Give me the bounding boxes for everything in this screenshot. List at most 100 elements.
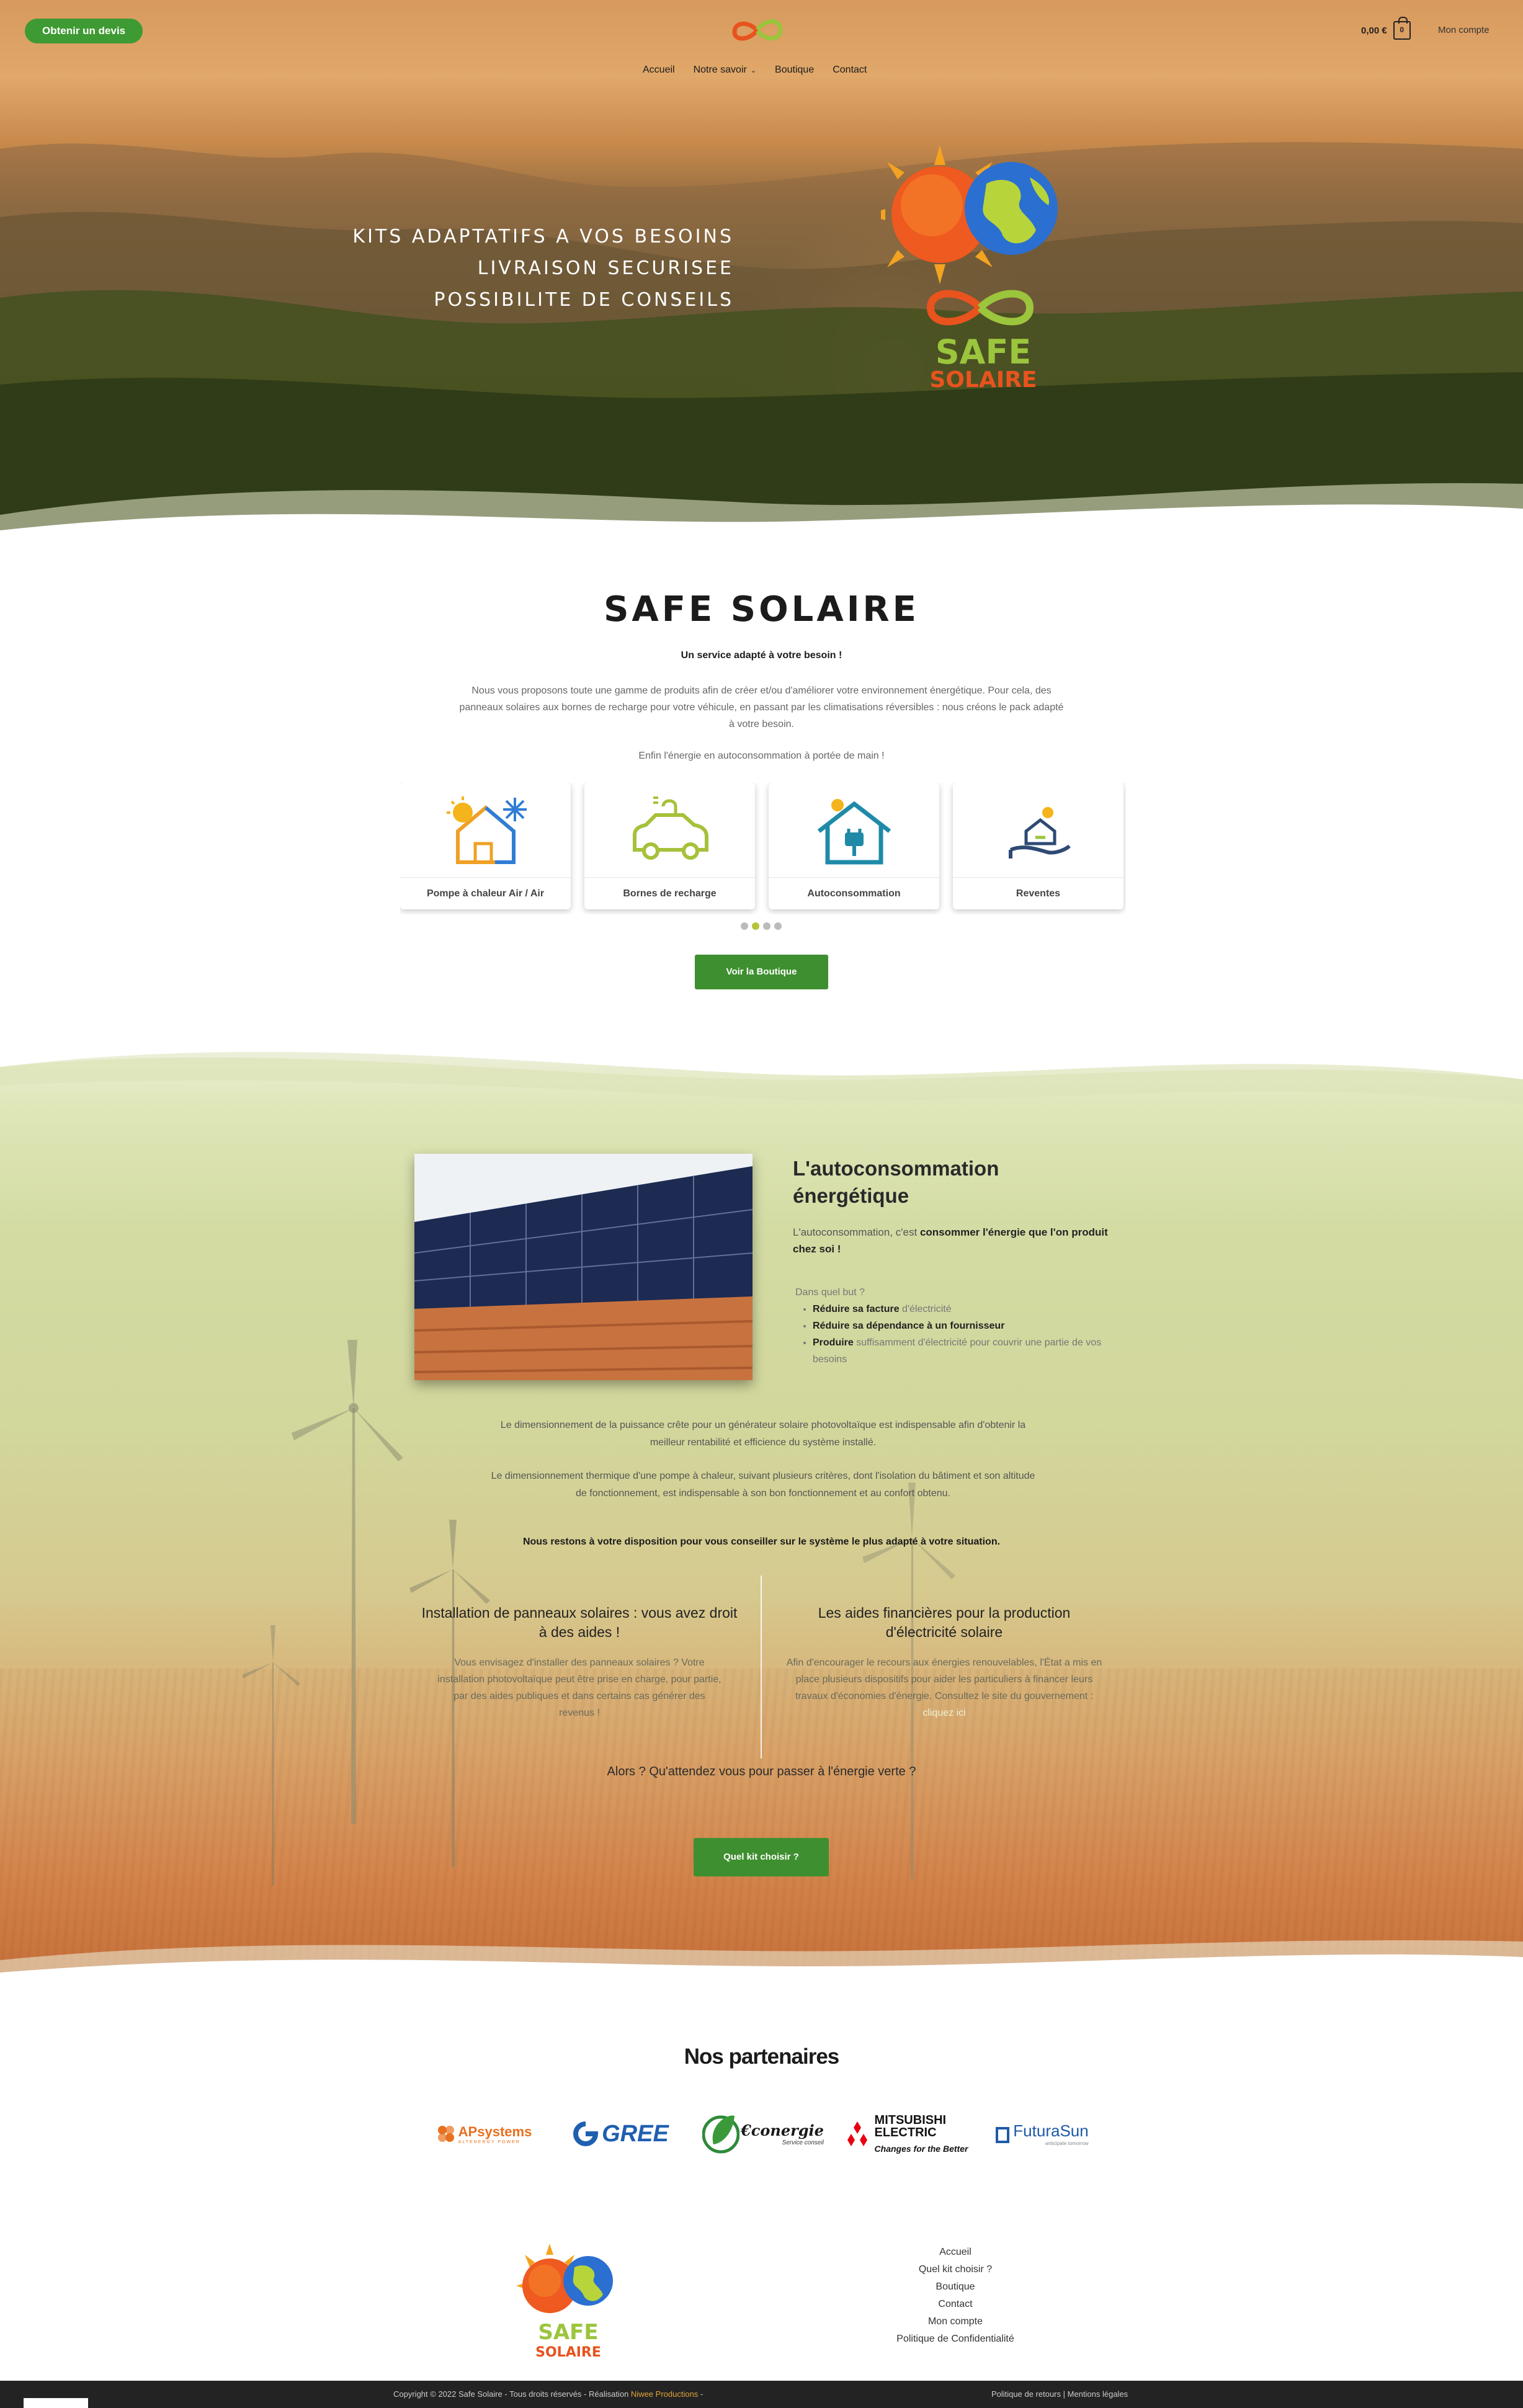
section-bottom-wave [0, 1940, 1523, 1991]
choose-kit-button[interactable]: Quel kit choisir ? [694, 1838, 829, 1876]
partner-econergie-logo[interactable]: €conergie Service conseil [701, 2106, 825, 2162]
gov-site-link[interactable]: cliquez ici [922, 1708, 965, 1718]
footer-link-account[interactable]: Mon compte [862, 2313, 1048, 2330]
goal-bold: Réduire sa facture [813, 1304, 900, 1314]
partner-name: GREE [602, 2120, 669, 2147]
card-label: Bornes de recharge [584, 877, 755, 909]
intro-paragraph: Nous vous proposons toute une gamme de p… [459, 685, 1064, 729]
aides-column-right: Les aides financières pour la production… [783, 1603, 1105, 1721]
safe-solaire-hero-logo: SAFE SOLAIRE [865, 140, 1086, 395]
hero-line-3: Possibilite de conseils [434, 289, 734, 311]
partner-gree-logo[interactable]: GREE [558, 2106, 682, 2162]
heat-pump-icon [446, 796, 527, 864]
partner-apsystems-logo[interactable]: APsystems ALTENERGY POWER [422, 2106, 546, 2162]
footer-link-privacy[interactable]: Politique de Confidentialité [862, 2330, 1048, 2348]
footer-logo-safe: SAFE [538, 2320, 598, 2345]
cart-widget[interactable]: 0,00 € 0 [1361, 17, 1411, 40]
nav-boutique[interactable]: Boutique [775, 65, 814, 76]
aides-right-title: Les aides financières pour la production… [818, 1605, 1071, 1640]
footer-link-quel-kit[interactable]: Quel kit choisir ? [862, 2261, 1048, 2278]
lead-plain: L'autoconsommation, c'est [793, 1226, 920, 1238]
aides-right-text: Afin d'encourager le recours aux énergie… [786, 1657, 1102, 1701]
nav-accueil[interactable]: Accueil [643, 65, 675, 76]
partner-futurasun-logo[interactable]: FuturaSun anticipate tomorrow [980, 2106, 1104, 2162]
safe-solaire-wordmark: SAFE SOLAIRE [926, 290, 1037, 393]
intro-paragraph-2: Enfin l'énergie en autoconsommation à po… [638, 751, 885, 761]
hero-logo-safe: SAFE [936, 332, 1031, 372]
partner-tagline: Changes for the Better [874, 2144, 968, 2154]
gree-icon [573, 2121, 599, 2146]
card-reventes[interactable]: Reventes [953, 783, 1123, 909]
carousel-dot-active[interactable] [752, 922, 759, 930]
footer-link-accueil[interactable]: Accueil [862, 2244, 1048, 2261]
legal-links[interactable]: Politique de retours | Mentions légales [991, 2389, 1128, 2399]
footer-link-boutique[interactable]: Boutique [862, 2278, 1048, 2296]
carousel-dot[interactable] [741, 922, 748, 930]
author-link[interactable]: Niwee Productions [631, 2389, 698, 2399]
get-quote-button[interactable]: Obtenir un devis [25, 19, 143, 43]
apsystems-icon [437, 2126, 454, 2142]
footer-logo-solaire: SOLAIRE [535, 2345, 601, 2360]
aides-column-left: Installation de panneaux solaires : vous… [418, 1603, 741, 1721]
account-link[interactable]: Mon compte [1438, 25, 1490, 35]
section-top-wave [0, 1048, 1523, 1104]
intro-title: SAFE SOLAIRE [604, 589, 919, 630]
partner-mitsubishi-logo[interactable]: MITSUBISHI ELECTRIC Changes for the Bett… [837, 2106, 974, 2162]
wind-turbine-icon [242, 1625, 300, 1886]
autoconsommation-title: L'autoconsommation énergétique [793, 1155, 999, 1210]
autoconsommation-goals: Dans quel but ? Réduire sa facture d'éle… [795, 1284, 1118, 1368]
chevron-down-icon: ⌄ [750, 66, 757, 74]
card-ev-charging[interactable]: Bornes de recharge [584, 783, 755, 909]
house-plug-icon [817, 799, 891, 865]
copyright: Copyright © 2022 Safe Solaire - Tous dro… [393, 2389, 703, 2399]
aides-left-title: Installation de panneaux solaires : vous… [421, 1605, 738, 1640]
partner-name: APsystems [458, 2123, 532, 2139]
goal-rest: d'électricité [899, 1304, 952, 1314]
autoconsommation-title-line2: énergétique [793, 1184, 909, 1207]
services-carousel: Pompe à chaleur Air / Air Bornes de rech… [400, 783, 1126, 914]
card-heat-pump[interactable]: Pompe à chaleur Air / Air [400, 783, 571, 909]
copyright-text: Copyright © 2022 Safe Solaire - Tous dro… [393, 2389, 631, 2399]
partner-name: MITSUBISHI [874, 2113, 947, 2127]
partner-tagline: anticipate tomorrow [1045, 2141, 1089, 2146]
partner-tagline: ALTENERGY POWER [458, 2139, 520, 2144]
nav-contact[interactable]: Contact [833, 65, 867, 76]
copyright-tail: - [698, 2389, 703, 2399]
main-nav: Accueil Notre savoir ⌄ Boutique Contact [643, 65, 867, 76]
partners-title: Nos partenaires [684, 2045, 840, 2069]
bottom-bar: Copyright © 2022 Safe Solaire - Tous dro… [0, 2381, 1523, 2408]
list-item: Produire suffisamment d'électricité pour… [813, 1334, 1118, 1368]
cookie-tab[interactable] [24, 2398, 88, 2408]
column-divider [761, 1576, 762, 1759]
footer-logo[interactable]: SAFE SOLAIRE [512, 2242, 624, 2360]
nav-notre-savoir[interactable]: Notre savoir ⌄ [694, 65, 756, 76]
aides-right-text-wrap: Afin d'encourager le recours aux énergie… [783, 1654, 1105, 1721]
solar-panel-image [414, 1154, 753, 1380]
autoconsommation-lead: L'autoconsommation, c'est consommer l'én… [793, 1224, 1128, 1257]
call-to-action-text: Alors ? Qu'attendez vous pour passer à l… [607, 1765, 916, 1778]
partner-name: FuturaSun [1013, 2121, 1089, 2140]
card-label: Pompe à chaleur Air / Air [400, 877, 571, 909]
hero-banner: Obtenir un devis Accueil Notre savoir ⌄ B… [0, 0, 1523, 546]
partner-tagline: Service conseil [782, 2139, 824, 2146]
goal-bold: Réduire sa dépendance à un fournisseur [813, 1321, 1005, 1331]
hero-line-1: Kits adaptatifs a vos besoins [352, 226, 734, 247]
carousel-dots [741, 922, 782, 930]
sun-earth-icon: SAFE SOLAIRE [516, 2244, 613, 2360]
card-label: Reventes [953, 877, 1123, 909]
footer-link-contact[interactable]: Contact [862, 2296, 1048, 2313]
shop-button[interactable]: Voir la Boutique [695, 955, 828, 989]
carousel-dot[interactable] [774, 922, 782, 930]
infinity-logo-icon[interactable] [723, 12, 792, 50]
hero-logo-solaire: SOLAIRE [929, 367, 1037, 393]
list-item: Réduire sa dépendance à un fournisseur [813, 1318, 1118, 1334]
intro-subtitle: Un service adapté à votre besoin ! [681, 650, 842, 661]
carousel-dot[interactable] [763, 922, 770, 930]
footer-menu: Accueil Quel kit choisir ? Boutique Cont… [862, 2244, 1048, 2348]
card-autoconsommation[interactable]: Autoconsommation [769, 783, 939, 909]
solar-roof-photo [414, 1154, 753, 1380]
mitsubishi-diamonds-icon [847, 2121, 867, 2146]
partner-name: €conergie [741, 2121, 824, 2139]
partner-name-2: ELECTRIC [874, 2126, 937, 2139]
goal-rest: suffisamment d'électricité pour couvrir … [813, 1337, 1102, 1365]
